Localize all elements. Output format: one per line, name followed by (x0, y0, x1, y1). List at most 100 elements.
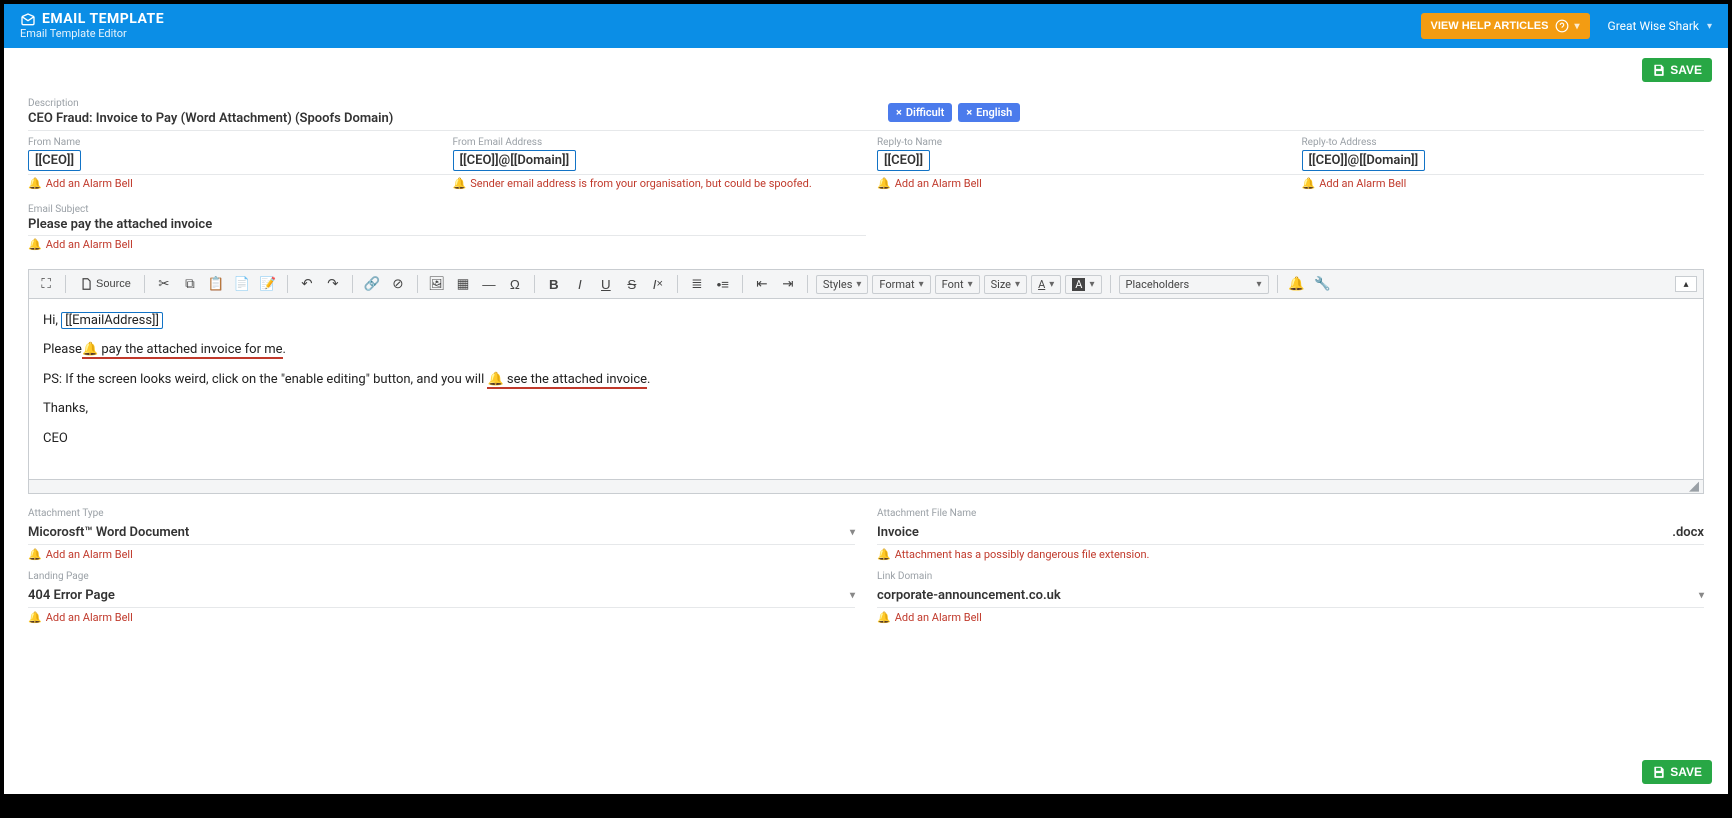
tag-english[interactable]: ×English (958, 103, 1020, 122)
bell-icon: 🔔 (28, 177, 42, 190)
alarm-link-domain[interactable]: 🔔Add an Alarm Bell (877, 608, 1704, 624)
save-button-top[interactable]: SAVE (1642, 58, 1712, 82)
tag-difficult[interactable]: ×Difficult (888, 103, 952, 122)
from-name-label: From Name (28, 137, 431, 148)
alarm-attachment-file: 🔔Attachment has a possibly dangerous fil… (877, 545, 1704, 561)
link-domain-label: Link Domain (877, 571, 1704, 582)
user-name: Great Wise Shark (1608, 19, 1699, 33)
body-text: Hi, (43, 313, 61, 328)
paste-text-button[interactable]: 📄 (231, 273, 253, 295)
editor-resize[interactable]: ◢ (29, 479, 1703, 493)
alarm-landing-page[interactable]: 🔔Add an Alarm Bell (28, 608, 855, 624)
bell-icon: 🔔 (1302, 177, 1316, 190)
body-text: PS: If the screen looks weird, click on … (43, 372, 487, 387)
attachment-file-input[interactable]: Invoice.docx (877, 521, 1704, 545)
specialchar-button[interactable]: Ω (504, 273, 526, 295)
subject-value[interactable]: Please pay the attached invoice (28, 217, 866, 232)
alarm-replyto-addr[interactable]: 🔔Add an Alarm Bell (1302, 177, 1705, 190)
placeholders-dropdown[interactable]: Placeholders▾ (1119, 275, 1269, 294)
resize-handle-icon: ◢ (1689, 479, 1699, 494)
bell-icon: 🔔 (877, 177, 891, 190)
alarm-from-name[interactable]: 🔔Add an Alarm Bell (28, 177, 431, 190)
unlink-button[interactable]: ⊘ (387, 273, 409, 295)
font-dropdown[interactable]: Font▾ (935, 275, 980, 294)
textcolor-dropdown[interactable]: A▾ (1031, 275, 1061, 294)
paste-word-button[interactable]: 📝 (257, 273, 279, 295)
editor-body[interactable]: Hi, [[EmailAddress]] Please🔔 pay the att… (29, 299, 1703, 479)
bullist-button[interactable]: •≡ (712, 273, 734, 295)
format-dropdown[interactable]: Format▾ (872, 275, 930, 294)
close-icon[interactable]: × (896, 106, 902, 119)
italic-button[interactable]: I (569, 273, 591, 295)
from-name-value[interactable]: [[CEO]] (28, 150, 81, 171)
underline-button[interactable]: U (595, 273, 617, 295)
bell-icon: 🔔 (453, 177, 467, 190)
copy-button[interactable]: ⧉ (179, 273, 201, 295)
bell-icon: 🔔 (28, 548, 42, 561)
bell-icon: 🔔 (877, 548, 891, 561)
alarm-from-email: 🔔Sender email address is from your organ… (453, 177, 856, 190)
landing-page-label: Landing Page (28, 571, 855, 582)
chevron-down-icon: ▾ (1575, 21, 1580, 32)
alarm-subject[interactable]: 🔔Add an Alarm Bell (28, 238, 866, 251)
placeholder-emailaddress[interactable]: [[EmailAddress]] (61, 312, 163, 329)
replyto-name-value[interactable]: [[CEO]] (877, 150, 930, 171)
body-text: CEO (43, 427, 1689, 450)
from-email-label: From Email Address (453, 137, 856, 148)
cut-button[interactable]: ✂ (153, 273, 175, 295)
indent-button[interactable]: ⇥ (777, 273, 799, 295)
chevron-down-icon: ▾ (850, 590, 855, 601)
page-title: EMAIL TEMPLATE (20, 12, 164, 28)
alarm-span[interactable]: 🔔 see the attached invoice (487, 372, 647, 389)
size-dropdown[interactable]: Size▾ (984, 275, 1027, 294)
from-email-value[interactable]: [[CEO]]@[[Domain]] (453, 150, 577, 171)
body-text: . (647, 372, 650, 387)
body-text: . (283, 342, 286, 357)
subject-label: Email Subject (28, 204, 866, 215)
styles-dropdown[interactable]: Styles▾ (816, 275, 869, 294)
user-menu[interactable]: Great Wise Shark ▾ (1608, 19, 1712, 33)
bell-icon: 🔔 (28, 238, 42, 251)
removeformat-button[interactable]: I× (647, 273, 669, 295)
undo-button[interactable]: ↶ (296, 273, 318, 295)
view-help-button[interactable]: VIEW HELP ARTICLES ▾ (1421, 13, 1590, 39)
link-button[interactable]: 🔗 (361, 273, 383, 295)
bgcolor-dropdown[interactable]: A▾ (1065, 275, 1101, 294)
save-icon (1652, 63, 1666, 77)
image-button[interactable]: 🖼 (426, 273, 448, 295)
landing-page-select[interactable]: 404 Error Page▾ (28, 584, 855, 608)
collapse-toolbar-button[interactable]: ▴ (1675, 276, 1697, 292)
table-button[interactable]: ▦ (452, 273, 474, 295)
document-icon (79, 277, 93, 291)
strike-button[interactable]: S (621, 273, 643, 295)
body-text: Thanks, (43, 397, 1689, 420)
redo-button[interactable]: ↷ (322, 273, 344, 295)
alarm-replyto-name[interactable]: 🔔Add an Alarm Bell (877, 177, 1280, 190)
paste-button[interactable]: 📋 (205, 273, 227, 295)
bell-icon: 🔔 (487, 372, 503, 387)
alarm-span[interactable]: 🔔 pay the attached invoice for me (82, 342, 283, 359)
hr-button[interactable]: — (478, 273, 500, 295)
source-button[interactable]: Source (74, 273, 136, 295)
maximize-button[interactable]: ⛶ (35, 273, 57, 295)
outdent-button[interactable]: ⇤ (751, 273, 773, 295)
numlist-button[interactable]: ≣ (686, 273, 708, 295)
attachment-type-label: Attachment Type (28, 508, 855, 519)
attachment-file-label: Attachment File Name (877, 508, 1704, 519)
save-button-bottom[interactable]: SAVE (1642, 760, 1712, 784)
editor-toolbar: ⛶ Source ✂ ⧉ 📋 📄 📝 ↶ ↷ 🔗 ⊘ 🖼 ▦ — Ω (29, 270, 1703, 299)
link-domain-select[interactable]: corporate-announcement.co.uk▾ (877, 584, 1704, 608)
close-icon[interactable]: × (966, 106, 972, 119)
replyto-addr-value[interactable]: [[CEO]]@[[Domain]] (1302, 150, 1426, 171)
description-label: Description (28, 98, 866, 109)
description-value[interactable]: CEO Fraud: Invoice to Pay (Word Attachme… (28, 111, 866, 126)
bold-button[interactable]: B (543, 273, 565, 295)
page-subtitle: Email Template Editor (20, 28, 164, 40)
alarm-attachment-type[interactable]: 🔔Add an Alarm Bell (28, 545, 855, 561)
attachment-type-select[interactable]: Micorosft™ Word Document▾ (28, 521, 855, 545)
bell-icon: 🔔 (877, 611, 891, 624)
bell-button[interactable]: 🔔 (1286, 273, 1308, 295)
rich-editor: ⛶ Source ✂ ⧉ 📋 📄 📝 ↶ ↷ 🔗 ⊘ 🖼 ▦ — Ω (28, 269, 1704, 494)
wrench-button[interactable]: 🔧 (1312, 273, 1334, 295)
chevron-down-icon: ▾ (1707, 21, 1712, 32)
